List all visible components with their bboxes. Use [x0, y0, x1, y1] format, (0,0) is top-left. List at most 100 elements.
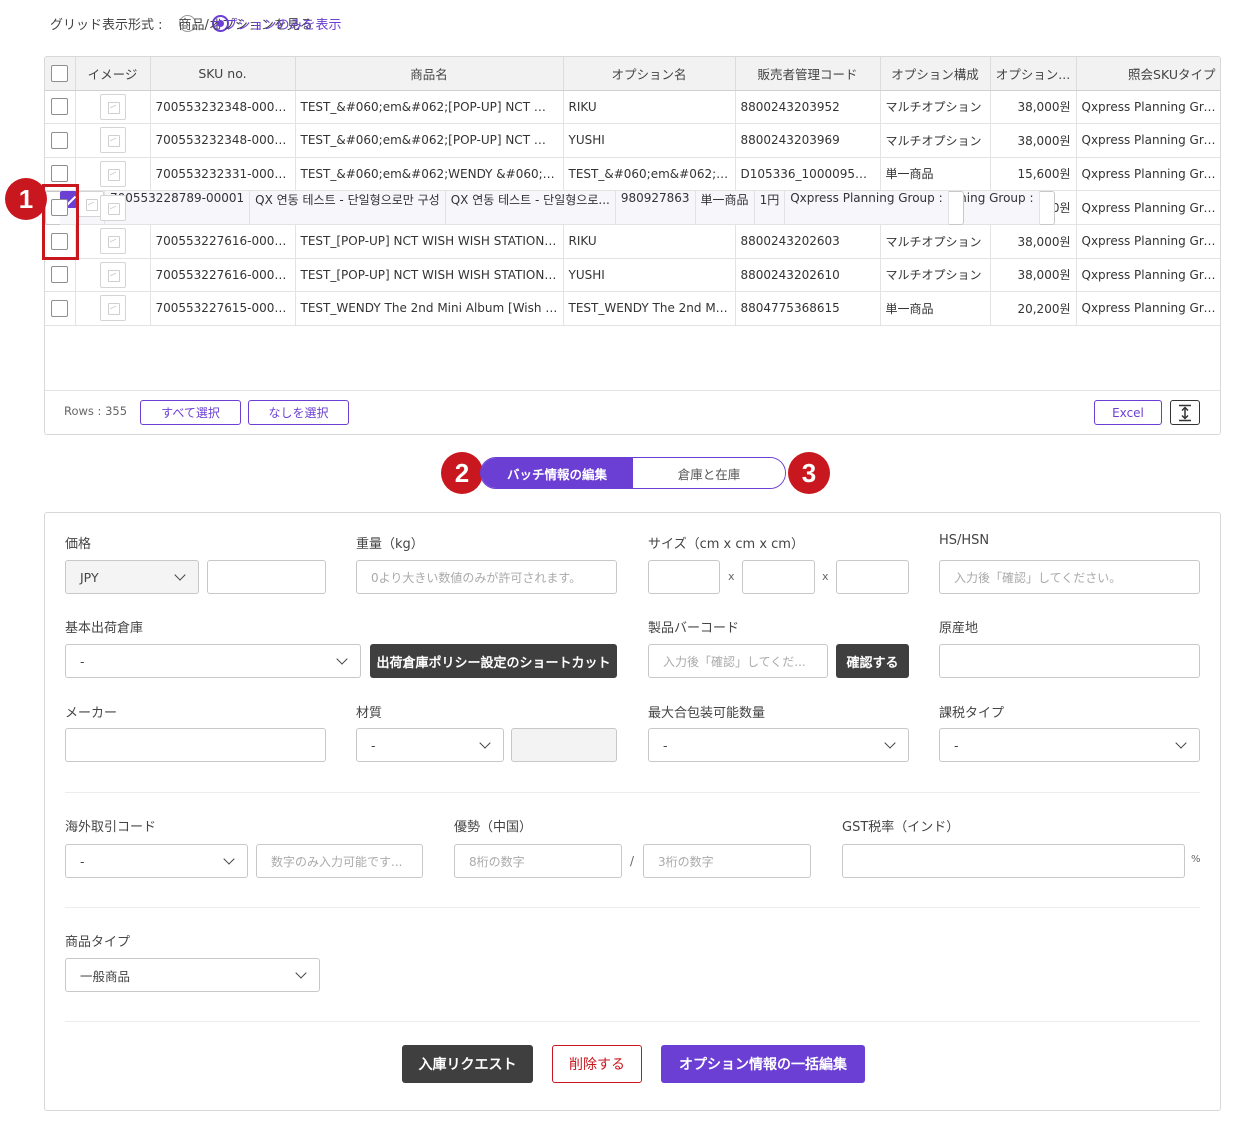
radio-option-only-label: オプションのみを表示 [211, 17, 342, 33]
row-checkbox-cell[interactable] [45, 123, 76, 158]
cell-seller-code: 980927863 [615, 191, 696, 225]
tab-warehouse-stock[interactable]: 倉庫と在庫 [633, 458, 785, 488]
cell-composition: マルチオプション [880, 258, 991, 292]
table-row[interactable]: 700553227616-00002 TEST_[POP-UP] NCT WISH… [45, 224, 1220, 259]
checkbox[interactable] [51, 64, 69, 82]
cell-sku-type: Qxpress Planning Group : [1076, 191, 1220, 225]
maker-input[interactable] [65, 728, 326, 762]
size-width-input[interactable] [742, 560, 815, 594]
image-placeholder-icon [99, 160, 126, 187]
product-type-select[interactable]: 一般商品 [65, 958, 320, 992]
resize-height-button[interactable] [1170, 400, 1200, 425]
size-height-input[interactable] [836, 560, 909, 594]
cell-option-price: 38,000원 [990, 90, 1077, 124]
marker-1: 1 [5, 178, 47, 220]
checkbox[interactable] [51, 299, 69, 317]
youshi-3digit-input[interactable]: 3桁の数字 [643, 844, 811, 878]
radio-option-only[interactable]: オプションのみを表示 [211, 14, 342, 33]
column-header-sku[interactable]: SKU no. [150, 57, 296, 91]
marker-3: 3 [788, 452, 830, 494]
weight-input[interactable]: 0より大きい数値のみが許可されます。 [356, 560, 617, 594]
image-placeholder-icon [99, 127, 126, 154]
origin-input[interactable] [939, 644, 1200, 678]
overseas-code-input[interactable]: 数字のみ入力可能です... [256, 844, 423, 878]
radio-product-option[interactable]: 商品/オプションを見る [178, 14, 313, 33]
barcode-confirm-button[interactable]: 確認する [836, 644, 909, 678]
cell-option-name: TEST_&#060;em&#062;WE... [563, 157, 736, 191]
cell-sku: 700553227616-00003 [150, 258, 296, 292]
tax-type-label: 課税タイプ [939, 706, 1005, 721]
checkbox[interactable] [51, 98, 69, 116]
cell-option-price: 20,200원 [990, 291, 1077, 326]
column-header-image[interactable]: イメージ [75, 57, 151, 91]
bulk-edit-options-button[interactable]: オプション情報の一括編集 [661, 1045, 865, 1083]
product-type-value: 一般商品 [80, 968, 131, 984]
row-checkbox-cell[interactable] [45, 291, 76, 326]
cell-seller-code: 8800243203969 [735, 123, 881, 158]
checkbox[interactable] [51, 131, 69, 149]
table-row[interactable]: 700553232348-00003 TEST_&#060;em&#062;[PO… [45, 90, 1220, 124]
row-checkbox-cell[interactable] [45, 90, 76, 124]
tab-batch-edit[interactable]: バッチ情報の編集 [481, 458, 633, 488]
cell-product-name: TEST_[POP-UP] NCT WISH WISH STATION - ..… [295, 258, 564, 292]
column-header-sku-type[interactable]: 照会SKUタイプ [1076, 57, 1220, 91]
batch-edit-form: 価格 JPY 重量（kg） 0より大きい数値のみが許可されます。 サイズ（cm … [44, 512, 1221, 1111]
cell-sku-type: Qxpress Planning Group : [1076, 291, 1220, 326]
image-placeholder-icon [99, 261, 126, 288]
youshi-8digit-input[interactable]: 8桁の数字 [454, 844, 622, 878]
price-label: 価格 [65, 537, 92, 552]
divider [65, 907, 1200, 908]
cell-composition: 単一商品 [695, 191, 755, 225]
column-header-option[interactable]: オプション名 [563, 57, 736, 91]
warehouse-select[interactable]: - [65, 644, 361, 678]
cell-composition: 単一商品 [880, 157, 991, 191]
weight-label: 重量（kg） [356, 537, 424, 552]
resize-vertical-icon [1179, 404, 1191, 421]
checkbox[interactable] [51, 165, 69, 183]
table-row[interactable]: 700553227615-00001 TEST_WENDY The 2nd Min… [45, 291, 1220, 326]
currency-select[interactable]: JPY [65, 560, 199, 594]
size-length-input[interactable] [648, 560, 720, 594]
table-row[interactable]: 700553232348-00004 TEST_&#060;em&#062;[PO… [45, 123, 1220, 158]
max-pack-value: - [663, 737, 668, 753]
excel-button[interactable]: Excel [1094, 400, 1162, 425]
row-image-cell [75, 90, 151, 124]
cell-option-name: YUSHI [563, 123, 736, 158]
column-header-option-price[interactable]: オプション... [990, 57, 1077, 91]
stock-in-request-button[interactable]: 入庫リクエスト [402, 1045, 533, 1083]
overseas-code-select[interactable]: - [65, 844, 248, 878]
table-row[interactable]: 700553232331-00001 TEST_&#060;em&#062;WEN… [45, 157, 1220, 191]
header-select-all-checkbox[interactable] [45, 57, 76, 91]
material-value: - [371, 737, 376, 753]
delete-button[interactable]: 削除する [552, 1045, 642, 1083]
select-none-button[interactable]: なしを選択 [248, 400, 349, 425]
origin-label: 原産地 [939, 621, 979, 636]
table-row[interactable]: 700553228789-00001 QX 연동 테스트 - 단일형으로만 구성 Q… [45, 191, 964, 225]
material-select[interactable]: - [356, 728, 504, 762]
tax-type-select[interactable]: - [939, 728, 1200, 762]
checkbox[interactable] [51, 266, 69, 284]
youshi-label: 優勢（中国） [454, 820, 533, 835]
column-header-composition[interactable]: オプション構成 [880, 57, 991, 91]
size-separator: x [822, 570, 829, 583]
table-header-row: イメージ SKU no. 商品名 オプション名 販売者管理コード オプション構成… [45, 57, 1220, 91]
column-header-product[interactable]: 商品名 [295, 57, 564, 91]
warehouse-policy-shortcut-button[interactable]: 出荷倉庫ポリシー設定のショートカット [370, 644, 617, 678]
select-all-button[interactable]: すべて選択 [140, 400, 241, 425]
size-separator: x [728, 570, 735, 583]
hs-input[interactable]: 入力後「確認」してください。 [939, 560, 1200, 594]
table-row[interactable]: 700553227616-00003 TEST_[POP-UP] NCT WISH… [45, 258, 1220, 292]
divider [65, 1021, 1200, 1022]
max-pack-select[interactable]: - [648, 728, 909, 762]
material-label: 材質 [356, 706, 383, 721]
column-header-seller-code[interactable]: 販売者管理コード [735, 57, 881, 91]
rows-count: Rows : 355 [64, 404, 128, 418]
gst-input[interactable] [842, 844, 1185, 878]
barcode-input[interactable]: 入力後「確認」してくだ... [648, 644, 828, 678]
chevron-down-icon [174, 569, 186, 581]
max-pack-label: 最大合包装可能数量 [648, 706, 766, 721]
sku-table: イメージ SKU no. 商品名 オプション名 販売者管理コード オプション構成… [45, 57, 1220, 326]
row-checkbox-cell[interactable] [45, 258, 76, 292]
image-placeholder-icon [99, 228, 126, 255]
price-input[interactable] [207, 560, 326, 594]
